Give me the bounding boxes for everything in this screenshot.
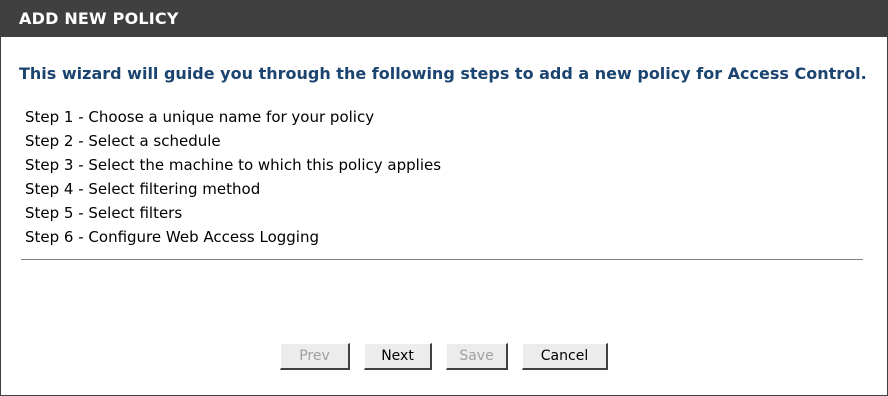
save-button[interactable]: Save [446,343,508,370]
panel-header-title: ADD NEW POLICY [1,1,887,37]
cancel-button[interactable]: Cancel [522,343,608,370]
step-item-6: Step 6 - Configure Web Access Logging [25,228,319,246]
step-item-4: Step 4 - Select filtering method [25,180,261,198]
add-new-policy-panel: ADD NEW POLICY This wizard will guide yo… [0,0,888,396]
step-item-2: Step 2 - Select a schedule [25,132,221,150]
step-item-3: Step 3 - Select the machine to which thi… [25,156,442,174]
wizard-intro-text: This wizard will guide you through the f… [19,64,867,83]
wizard-button-bar: Prev Next Save Cancel [1,343,887,370]
wizard-steps-list: Step 1 - Choose a unique name for your p… [25,105,887,249]
step-item-5: Step 5 - Select filters [25,204,183,222]
next-button[interactable]: Next [364,343,432,370]
divider [21,259,863,261]
step-item-1: Step 1 - Choose a unique name for your p… [25,108,375,126]
prev-button[interactable]: Prev [280,343,350,370]
